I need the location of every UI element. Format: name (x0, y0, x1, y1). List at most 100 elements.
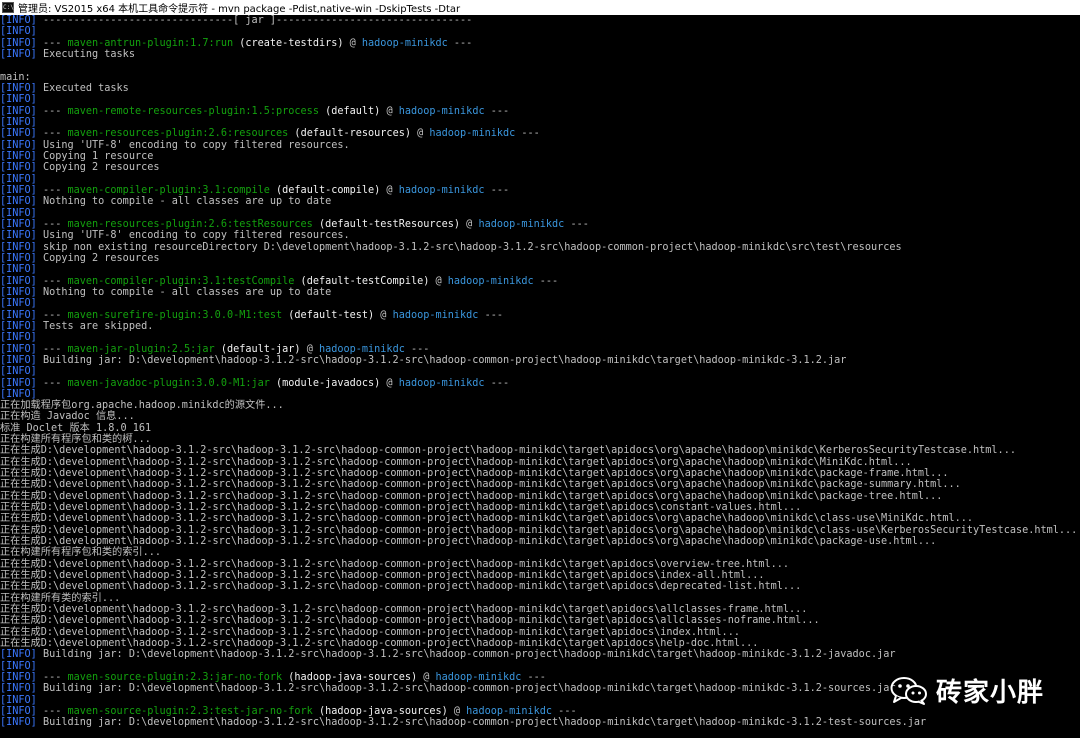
console-window: C:\ 管理员: VS2015 x64 本机工具命令提示符 - mvn pack… (0, 0, 1080, 738)
artifact-id: hadoop-minikdc (429, 128, 516, 140)
console-line: 正在构建所有程序包和类的索引... (0, 547, 1080, 558)
log-text: Using 'UTF-8' encoding to copy filtered … (36, 139, 350, 151)
console-line: 正在生成D:\development\hadoop-3.1.2-src\hado… (0, 615, 1080, 626)
log-text: 正在生成D:\development\hadoop-3.1.2-src\hado… (0, 626, 740, 638)
log-text: 正在生成D:\development\hadoop-3.1.2-src\hado… (0, 536, 937, 548)
log-level-tag: [INFO] (0, 82, 37, 94)
log-level-tag: [INFO] (0, 649, 37, 661)
log-text: --- (36, 37, 68, 49)
console-line: [INFO] (0, 174, 1080, 185)
log-level-tag: [INFO] (0, 264, 37, 276)
log-level-tag: [INFO] (0, 706, 37, 718)
plugin-goal: maven-jar-plugin:2.5:jar (67, 343, 215, 355)
log-text: 正在构建所有程序包和类的索引... (0, 547, 162, 559)
log-text: --- (484, 377, 510, 389)
log-text: 正在生成D:\development\hadoop-3.1.2-src\hado… (0, 615, 820, 627)
console-line: [INFO] (0, 94, 1080, 105)
console-line: [INFO] Copying 2 resources (0, 253, 1080, 264)
window-title: 管理员: VS2015 x64 本机工具命令提示符 - mvn package … (18, 4, 461, 15)
console-line: [INFO] Executing tasks (0, 49, 1080, 60)
console-line: 正在构造 Javadoc 信息... (0, 411, 1080, 422)
log-text: --- (36, 672, 68, 684)
plugin-goal: maven-compiler-plugin:3.1:testCompile (67, 275, 295, 287)
execution-id: (module-javadocs) (269, 377, 381, 389)
console-line: [INFO] --- maven-antrun-plugin:1.7:run (… (0, 38, 1080, 49)
console-line: [INFO] Nothing to compile - all classes … (0, 287, 1080, 298)
log-level-tag: [INFO] (0, 252, 37, 264)
log-text: -------------------------------[ jar ]--… (36, 15, 473, 26)
log-text: --- (484, 105, 510, 117)
log-text: --- (36, 184, 68, 196)
console-line: [INFO] (0, 26, 1080, 37)
log-text: @ (447, 706, 467, 718)
log-level-tag: [INFO] (0, 94, 37, 106)
log-level-tag: [INFO] (0, 218, 37, 230)
console-line: 正在构建所有程序包和类的树... (0, 434, 1080, 445)
log-level-tag: [INFO] (0, 275, 37, 287)
log-level-tag: [INFO] (0, 320, 37, 332)
artifact-id: hadoop-minikdc (361, 37, 448, 49)
log-text: --- (36, 309, 68, 321)
console-line: 正在构建所有类的索引... (0, 593, 1080, 604)
log-text: Nothing to compile - all classes are up … (36, 196, 332, 208)
log-level-tag: [INFO] (0, 150, 37, 162)
console-line: [INFO] --- maven-remote-resources-plugin… (0, 106, 1080, 117)
log-text: @ (380, 105, 399, 117)
log-level-tag: [INFO] (0, 241, 37, 253)
console-output[interactable]: [INFO] -------------------------------[ … (0, 15, 1080, 738)
console-line: 正在生成D:\development\hadoop-3.1.2-src\hado… (0, 525, 1080, 536)
console-line: [INFO] -------------------------------[ … (0, 15, 1080, 26)
watermark: 砖家小胖 (890, 672, 1044, 709)
plugin-goal: maven-antrun-plugin:1.7:run (67, 37, 234, 49)
log-level-tag: [INFO] (0, 717, 37, 729)
log-text: 正在生成D:\development\hadoop-3.1.2-src\hado… (0, 513, 974, 525)
log-text: Building jar: D:\development\hadoop-3.1.… (36, 683, 896, 695)
console-line: [INFO] Building jar: D:\development\hado… (0, 649, 1080, 660)
plugin-goal: maven-remote-resources-plugin:1.5:proces… (67, 105, 319, 117)
plugin-goal: maven-source-plugin:2.3:test-jar-no-fork (67, 706, 313, 718)
log-text: --- (36, 105, 68, 117)
wechat-icon (890, 676, 928, 705)
log-text: 正在生成D:\development\hadoop-3.1.2-src\hado… (0, 570, 765, 582)
log-text: --- (36, 275, 68, 287)
log-level-tag: [INFO] (0, 309, 37, 321)
console-line: [INFO] --- maven-surefire-plugin:3.0.0-M… (0, 310, 1080, 321)
log-text: 正在生成D:\development\hadoop-3.1.2-src\hado… (0, 524, 1078, 536)
execution-id: (default-compile) (269, 184, 381, 196)
execution-id: (create-testdirs) (233, 37, 344, 49)
log-level-tag: [INFO] (0, 286, 37, 298)
console-line: [INFO] (0, 298, 1080, 309)
console-line: [INFO] Using 'UTF-8' encoding to copy fi… (0, 140, 1080, 151)
log-text: @ (300, 343, 319, 355)
console-line: [INFO] Tests are skipped. (0, 321, 1080, 332)
console-line: 正在生成D:\development\hadoop-3.1.2-src\hado… (0, 536, 1080, 547)
log-text: 正在生成D:\development\hadoop-3.1.2-src\hado… (0, 445, 1016, 457)
log-text: @ (429, 275, 448, 287)
title-bar[interactable]: C:\ 管理员: VS2015 x64 本机工具命令提示符 - mvn pack… (0, 0, 1080, 15)
log-text: --- (552, 706, 577, 718)
console-line: 正在生成D:\development\hadoop-3.1.2-src\hado… (0, 445, 1080, 456)
log-level-tag: [INFO] (0, 26, 37, 38)
console-line: 正在生成D:\development\hadoop-3.1.2-src\hado… (0, 457, 1080, 468)
log-level-tag: [INFO] (0, 230, 37, 242)
plugin-goal: maven-source-plugin:2.3:jar-no-fork (67, 672, 283, 684)
log-text: 正在构造 Javadoc 信息... (0, 411, 135, 423)
console-line: 正在生成D:\development\hadoop-3.1.2-src\hado… (0, 502, 1080, 513)
log-text: Building jar: D:\development\hadoop-3.1.… (36, 354, 847, 366)
log-text: Using 'UTF-8' encoding to copy filtered … (36, 230, 350, 242)
execution-id: (default-testResources) (312, 218, 461, 230)
log-level-tag: [INFO] (0, 207, 37, 219)
console-line: [INFO] Executed tasks (0, 83, 1080, 94)
log-level-tag: [INFO] (0, 116, 37, 128)
console-line: [INFO] (0, 332, 1080, 343)
console-line: 正在生成D:\development\hadoop-3.1.2-src\hado… (0, 491, 1080, 502)
log-level-tag: [INFO] (0, 298, 37, 310)
log-text: 正在生成D:\development\hadoop-3.1.2-src\hado… (0, 490, 943, 502)
log-level-tag: [INFO] (0, 196, 37, 208)
console-line: [INFO] (0, 264, 1080, 275)
console-line: [INFO] skip non existing resourceDirecto… (0, 242, 1080, 253)
log-level-tag: [INFO] (0, 332, 37, 344)
log-text: 标准 Doclet 版本 1.8.0_161 (0, 422, 152, 434)
log-text: --- (36, 377, 68, 389)
